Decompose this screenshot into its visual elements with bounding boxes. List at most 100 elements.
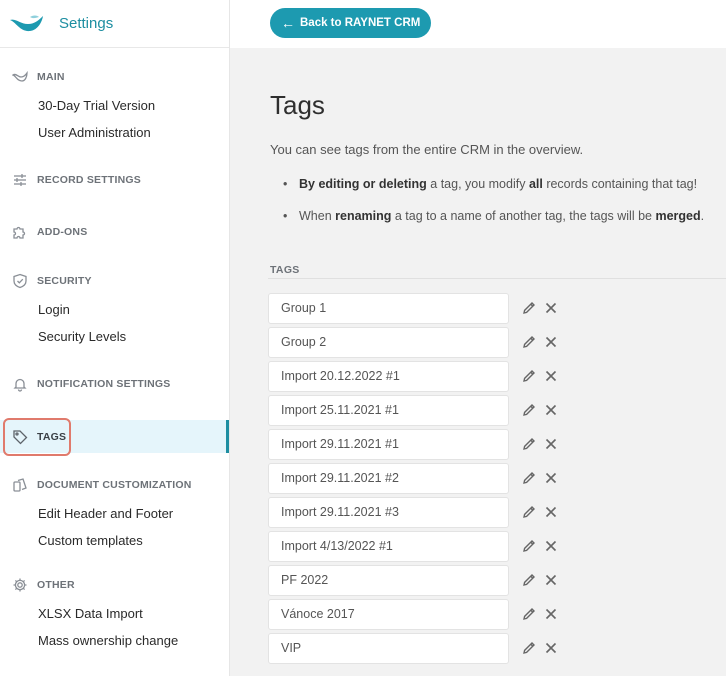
tag-actions [520,537,560,555]
tag-name[interactable]: PF 2022 [268,564,509,596]
delete-close-icon[interactable] [542,333,560,351]
tag-name[interactable]: Import 4/13/2022 #1 [268,530,509,562]
arrow-left-icon: ← [281,15,295,31]
delete-close-icon[interactable] [542,401,560,419]
tag-name[interactable]: Group 2 [268,326,509,358]
delete-close-icon[interactable] [542,435,560,453]
section-title: MAIN [37,71,65,83]
sidebar: Settings MAIN 30-Day Trial Version User … [0,0,230,676]
tag-name[interactable]: Vánoce 2017 [268,598,509,630]
delete-close-icon[interactable] [542,367,560,385]
raynet-logo-icon [10,15,43,31]
tag-actions [520,605,560,623]
delete-close-icon[interactable] [542,503,560,521]
tag-actions [520,469,560,487]
tag-row: Import 29.11.2021 #2 [268,461,568,495]
section-title: ADD-ONS [37,226,88,238]
page-title: Tags [270,90,325,120]
tag-name[interactable]: VIP [268,632,509,664]
sidebar-item-trial[interactable]: 30-Day Trial Version [0,92,229,119]
sliders-icon [11,171,29,189]
edit-pencil-icon[interactable] [520,333,538,351]
tag-actions [520,435,560,453]
tag-name[interactable]: Group 1 [268,292,509,324]
tag-actions [520,571,560,589]
tag-row: Vánoce 2017 [268,597,568,631]
tag-row: Import 4/13/2022 #1 [268,529,568,563]
back-to-crm-button[interactable]: ← Back to RAYNET CRM [270,8,431,38]
tags-highlight-outline [3,418,71,456]
tag-list: Group 1 Group 2 Import 20.12.2022 #1 Import… [268,291,568,665]
delete-close-icon[interactable] [542,605,560,623]
delete-close-icon[interactable] [542,537,560,555]
tag-actions [520,333,560,351]
info-bullets: By editing or deleting a tag, you modify… [283,176,704,240]
tag-row: Import 29.11.2021 #3 [268,495,568,529]
tag-name[interactable]: Import 29.11.2021 #3 [268,496,509,528]
section-other: OTHER XLSX Data Import Mass ownership ch… [0,574,229,654]
divider [268,278,726,279]
edit-pencil-icon[interactable] [520,367,538,385]
page-description: You can see tags from the entire CRM in … [270,142,584,157]
edit-pencil-icon[interactable] [520,299,538,317]
bullet-rename-merge: When renaming a tag to a name of another… [283,208,704,240]
delete-close-icon[interactable] [542,571,560,589]
sidebar-item-user-admin[interactable]: User Administration [0,119,229,146]
tag-actions [520,401,560,419]
delete-close-icon[interactable] [542,639,560,657]
tag-row: Import 25.11.2021 #1 [268,393,568,427]
sidebar-item-xlsx-import[interactable]: XLSX Data Import [0,600,229,627]
section-notification-settings[interactable]: NOTIFICATION SETTINGS [0,373,229,395]
section-title: RECORD SETTINGS [37,174,141,186]
back-button-label: Back to RAYNET CRM [300,17,421,29]
tag-row: Group 2 [268,325,568,359]
logo-icon [11,68,29,86]
edit-pencil-icon[interactable] [520,605,538,623]
sidebar-item-custom-templates[interactable]: Custom templates [0,527,229,554]
sidebar-item-mass-ownership[interactable]: Mass ownership change [0,627,229,654]
sidebar-item-security-levels[interactable]: Security Levels [0,323,229,350]
app-title: Settings [59,15,114,32]
tag-actions [520,503,560,521]
tag-name[interactable]: Import 25.11.2021 #1 [268,394,509,426]
edit-pencil-icon[interactable] [520,401,538,419]
edit-pencil-icon[interactable] [520,639,538,657]
bullet-edit-delete: By editing or deleting a tag, you modify… [283,176,704,208]
tag-name[interactable]: Import 20.12.2022 #1 [268,360,509,392]
tag-row: PF 2022 [268,563,568,597]
tag-row: Import 20.12.2022 #1 [268,359,568,393]
section-title: SECURITY [37,275,92,287]
brand-header: Settings [0,0,229,48]
tag-name[interactable]: Import 29.11.2021 #2 [268,462,509,494]
tag-actions [520,367,560,385]
tag-row: VIP [268,631,568,665]
sidebar-item-login[interactable]: Login [0,296,229,323]
section-title: OTHER [37,579,75,591]
section-security: SECURITY Login Security Levels [0,270,229,350]
section-title: DOCUMENT CUSTOMIZATION [37,479,192,491]
edit-pencil-icon[interactable] [520,469,538,487]
gear-icon [11,576,29,594]
tag-name[interactable]: Import 29.11.2021 #1 [268,428,509,460]
edit-pencil-icon[interactable] [520,571,538,589]
section-add-ons[interactable]: ADD-ONS [0,221,229,243]
section-title: NOTIFICATION SETTINGS [37,378,171,390]
section-main: MAIN 30-Day Trial Version User Administr… [0,66,229,146]
tag-actions [520,299,560,317]
edit-pencil-icon[interactable] [520,537,538,555]
bell-icon [11,375,29,393]
section-record-settings[interactable]: RECORD SETTINGS [0,169,229,191]
delete-close-icon[interactable] [542,299,560,317]
documents-icon [11,476,29,494]
delete-close-icon[interactable] [542,469,560,487]
sidebar-item-edit-header-footer[interactable]: Edit Header and Footer [0,500,229,527]
tag-row: Import 29.11.2021 #1 [268,427,568,461]
edit-pencil-icon[interactable] [520,503,538,521]
tags-section-label: TAGS [270,264,300,276]
tag-actions [520,639,560,657]
puzzle-icon [11,223,29,241]
shield-icon [11,272,29,290]
top-bar: ← Back to RAYNET CRM [230,0,726,48]
edit-pencil-icon[interactable] [520,435,538,453]
tag-row: Group 1 [268,291,568,325]
